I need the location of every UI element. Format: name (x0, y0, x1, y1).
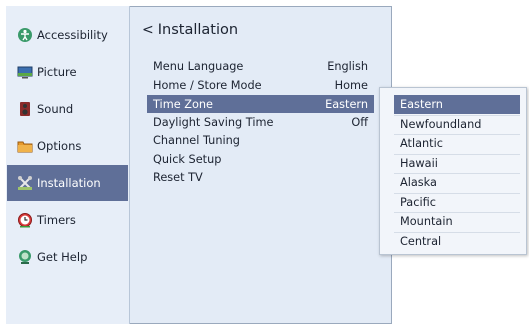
sidebar-item-label: Accessibility (37, 28, 108, 42)
row-label: Channel Tuning (153, 133, 240, 147)
options-icon (17, 138, 33, 154)
row-value: Off (351, 115, 368, 129)
sidebar-item-label: Installation (37, 176, 101, 190)
back-chevron-icon[interactable]: < (142, 22, 154, 38)
accessibility-icon (17, 27, 33, 43)
menu-row-channel-tuning[interactable]: Channel Tuning (147, 131, 374, 149)
sidebar-item-get-help[interactable]: Get Help (7, 239, 128, 275)
row-label: Reset TV (153, 170, 203, 184)
menu-row-time-zone[interactable]: Time Zone Eastern (147, 95, 374, 113)
timezone-option-mountain[interactable]: Mountain (394, 212, 520, 231)
sidebar-item-label: Timers (37, 213, 76, 227)
menu-row-home-store-mode[interactable]: Home / Store Mode Home (147, 76, 374, 94)
sidebar-item-label: Sound (37, 102, 74, 116)
timezone-option-eastern[interactable]: Eastern (394, 95, 520, 114)
sidebar: Accessibility Picture Sound Options Inst… (6, 6, 130, 324)
row-label: Daylight Saving Time (153, 115, 274, 129)
get-help-icon (17, 249, 33, 265)
timezone-option-newfoundland[interactable]: Newfoundland (394, 115, 520, 134)
sidebar-item-timers[interactable]: Timers (7, 202, 128, 238)
sidebar-item-options[interactable]: Options (7, 128, 128, 164)
sidebar-item-picture[interactable]: Picture (7, 54, 128, 90)
timezone-option-pacific[interactable]: Pacific (394, 193, 520, 212)
menu-row-daylight-saving-time[interactable]: Daylight Saving Time Off (147, 113, 374, 131)
sidebar-item-sound[interactable]: Sound (7, 91, 128, 127)
sidebar-item-label: Get Help (37, 250, 88, 264)
menu-row-quick-setup[interactable]: Quick Setup (147, 150, 374, 168)
row-value: Eastern (325, 97, 368, 111)
sidebar-item-label: Picture (37, 65, 77, 79)
installation-icon (17, 175, 33, 191)
picture-icon (17, 64, 33, 80)
sidebar-item-label: Options (37, 139, 82, 153)
row-label: Menu Language (153, 59, 244, 73)
menu-row-reset-tv[interactable]: Reset TV (147, 168, 374, 186)
row-value: Home (334, 78, 368, 92)
row-value: English (327, 59, 368, 73)
page-title-text: Installation (157, 22, 239, 38)
timezone-option-atlantic[interactable]: Atlantic (394, 134, 520, 153)
page-title[interactable]: < Installation (142, 22, 238, 38)
row-label: Home / Store Mode (153, 78, 262, 92)
timezone-option-alaska[interactable]: Alaska (394, 173, 520, 192)
timezone-dropdown: Eastern Newfoundland Atlantic Hawaii Ala… (379, 87, 527, 255)
timezone-option-central[interactable]: Central (394, 232, 520, 251)
row-label: Quick Setup (153, 152, 222, 166)
sidebar-item-installation[interactable]: Installation (7, 165, 128, 201)
timers-icon (17, 212, 33, 228)
timezone-option-hawaii[interactable]: Hawaii (394, 154, 520, 173)
row-label: Time Zone (153, 97, 213, 111)
sidebar-item-accessibility[interactable]: Accessibility (7, 17, 128, 53)
menu-row-menu-language[interactable]: Menu Language English (147, 57, 374, 75)
sound-icon (17, 101, 33, 117)
